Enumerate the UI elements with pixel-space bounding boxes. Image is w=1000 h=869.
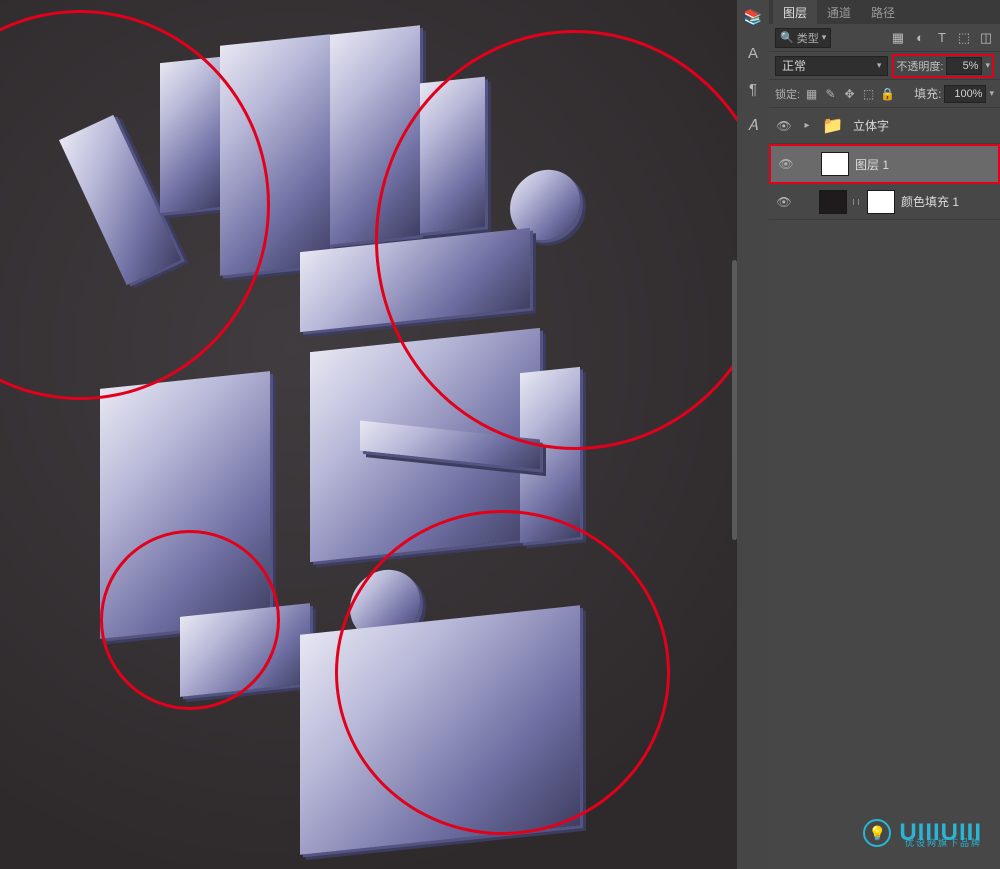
blend-mode-dropdown[interactable]: 正常 ▾ <box>775 56 888 76</box>
collapsed-panel-rail: 📚 A ¶ 𝐴 <box>737 0 769 869</box>
mask-link-icon[interactable] <box>853 199 859 205</box>
filter-type-icon[interactable]: T <box>934 30 950 46</box>
layers-panel: 图层 通道 路径 🔍 类型 ▾ ▦ ◐ T ⬚ ◫ 正常 ▾ 不透明度: 5% … <box>769 0 1000 869</box>
filter-row: 🔍 类型 ▾ ▦ ◐ T ⬚ ◫ <box>769 24 1000 52</box>
layer-name[interactable]: 颜色填充 1 <box>901 193 959 210</box>
tab-paths[interactable]: 路径 <box>861 0 905 24</box>
lock-artboard-icon[interactable]: ⬚ <box>861 86 876 101</box>
glyph-stroke <box>180 603 310 697</box>
glyph-stroke <box>100 371 270 639</box>
chevron-down-icon: ▾ <box>822 32 827 43</box>
fill-label: 填充: <box>914 85 941 102</box>
libraries-icon[interactable]: 📚 <box>744 8 762 26</box>
tab-layers[interactable]: 图层 <box>773 0 817 24</box>
watermark-subtext: 优设网旗下品牌 <box>905 836 982 849</box>
visibility-toggle[interactable]: 👁 <box>775 153 797 175</box>
opacity-control: 不透明度: 5% ▾ <box>892 54 994 78</box>
layer-name[interactable]: 立体字 <box>853 117 889 134</box>
layer-thumbnail[interactable] <box>821 152 849 176</box>
mask-thumbnail[interactable] <box>867 190 895 214</box>
glyph-stroke <box>420 77 485 234</box>
glyph-stroke <box>330 25 420 244</box>
visibility-toggle[interactable]: 👁 <box>773 115 795 137</box>
lock-label: 锁定: <box>775 86 800 102</box>
bulb-icon: 💡 <box>863 819 891 847</box>
glyph-stroke <box>300 605 580 854</box>
layer-thumbnail[interactable] <box>819 190 847 214</box>
layer-row[interactable]: 👁 颜色填充 1 <box>769 184 1000 220</box>
lock-pixels-icon[interactable]: ✎ <box>823 86 838 101</box>
tab-channels[interactable]: 通道 <box>817 0 861 24</box>
panel-tabbar: 图层 通道 路径 <box>769 0 1000 24</box>
lock-row: 锁定: ▦ ✎ ✥ ⬚ 🔒 填充: 100% ▾ <box>769 80 1000 108</box>
layers-list: 👁 ▸ 📁 立体字 👁 图层 1 👁 颜色填充 1 <box>769 108 1000 869</box>
layer-row-selected[interactable]: 👁 图层 1 <box>769 144 1000 184</box>
chevron-down-icon[interactable]: ▾ <box>985 60 990 71</box>
chevron-down-icon[interactable]: ▾ <box>989 88 994 99</box>
lock-all-icon[interactable]: 🔒 <box>880 86 895 101</box>
fill-control: 填充: 100% ▾ <box>914 85 994 103</box>
canvas-area[interactable] <box>0 0 737 869</box>
glyphs-panel-icon[interactable]: 𝐴 <box>744 116 762 134</box>
layer-group-row[interactable]: 👁 ▸ 📁 立体字 <box>769 108 1000 144</box>
blend-mode-value: 正常 <box>782 57 806 74</box>
layer-name[interactable]: 图层 1 <box>855 156 889 173</box>
filter-smartobject-icon[interactable]: ◫ <box>978 30 994 46</box>
disclosure-triangle[interactable]: ▸ <box>801 120 813 131</box>
lock-position-icon[interactable]: ✥ <box>842 86 857 101</box>
chevron-down-icon: ▾ <box>877 60 882 71</box>
opacity-value[interactable]: 5% <box>946 57 982 75</box>
filter-adjustment-icon[interactable]: ◐ <box>912 30 928 46</box>
visibility-toggle[interactable]: 👁 <box>773 191 795 213</box>
filter-shape-icon[interactable]: ⬚ <box>956 30 972 46</box>
filter-label: 类型 <box>797 30 819 46</box>
glyph-stroke <box>220 34 330 276</box>
blend-row: 正常 ▾ 不透明度: 5% ▾ <box>769 52 1000 80</box>
search-icon: 🔍 <box>780 31 794 44</box>
opacity-label: 不透明度: <box>896 58 943 74</box>
filter-pixel-icon[interactable]: ▦ <box>890 30 906 46</box>
folder-icon: 📁 <box>819 114 847 138</box>
fill-value[interactable]: 100% <box>944 85 986 103</box>
paragraph-panel-icon[interactable]: ¶ <box>744 80 762 98</box>
character-panel-icon[interactable]: A <box>744 44 762 62</box>
lock-transparent-icon[interactable]: ▦ <box>804 86 819 101</box>
glyph-stroke <box>160 57 220 213</box>
watermark: 💡 UIIIUIII 优设网旗下品牌 <box>863 819 982 847</box>
layer-filter-dropdown[interactable]: 🔍 类型 ▾ <box>775 28 831 48</box>
